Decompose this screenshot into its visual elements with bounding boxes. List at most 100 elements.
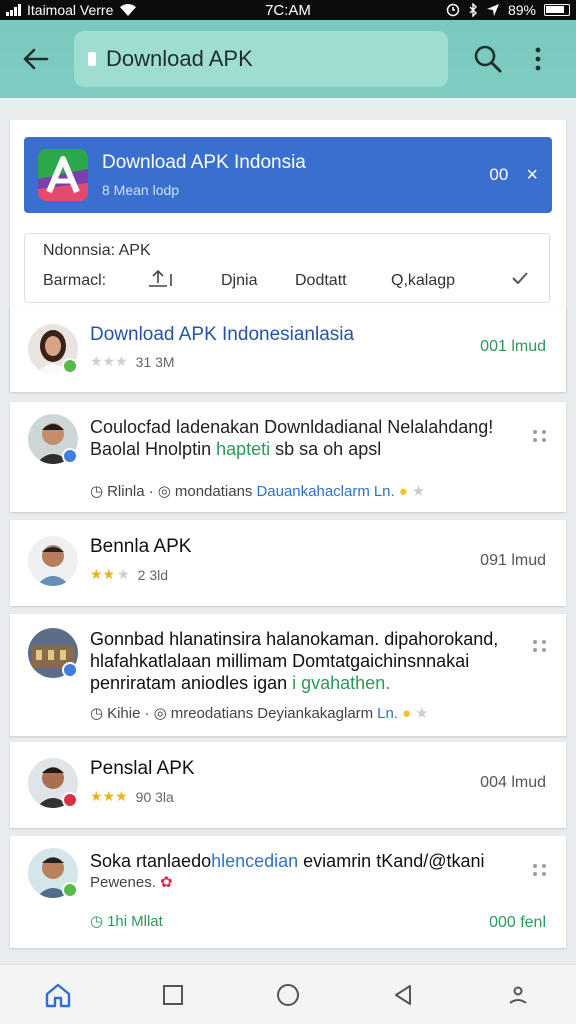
post-link-suffix: Ln. [373, 482, 395, 500]
post-time: Kihie · [107, 704, 150, 722]
filter-panel: Ndonnsia: APK Barmacl: Djnia Dodtatt Q,k… [24, 233, 550, 303]
app-meta-text: 2 3ld [137, 566, 169, 583]
square-icon [162, 984, 183, 1005]
post-text-line: Gonnbad hlanatinsira halanokaman. dipaho… [90, 629, 499, 649]
drag-handle-icon[interactable] [530, 426, 550, 446]
status-bar: Itaimoal Verre 7C:AM 89% [0, 0, 576, 20]
filter-item[interactable]: Djnia [221, 272, 295, 290]
upload-icon [149, 269, 172, 287]
post-text-line: Pewenes. ✿ [90, 874, 173, 891]
banner-title: Download APK Indonsia [102, 152, 306, 173]
filter-check-button[interactable] [511, 271, 529, 290]
app-title: Download APK Indonesianlasia [90, 324, 355, 345]
app-logo [38, 149, 88, 201]
app-meta: ★★ ★ 2 3ld [90, 566, 168, 583]
star-icon: ★★★ [90, 353, 128, 369]
star-icon: ★ [117, 566, 130, 582]
flower-icon: ✿ [160, 874, 173, 891]
content-area: Download APK Indonsia 8 Mean lodp 00 × N… [0, 98, 576, 964]
verified-badge-icon [62, 448, 78, 464]
star-icon: ★ [415, 705, 429, 722]
filter-upload-button[interactable] [147, 268, 221, 293]
post-source: mreodatians [170, 704, 254, 722]
filter-item[interactable]: Q,kalagp [391, 272, 511, 290]
alarm-icon [446, 3, 460, 17]
clock-icon: ◷ [90, 483, 104, 500]
search-text: Download APK [106, 46, 253, 71]
post-footer: ◷ Kihie · ◎ mreodatians Deyiankakaglarm … [90, 704, 429, 723]
app-title: Penslal APK [90, 758, 195, 779]
app-size: 001 lmud [480, 338, 546, 355]
back-button[interactable] [14, 37, 58, 81]
circle-icon [276, 983, 299, 1006]
post-source: Mllat [131, 912, 163, 930]
arrow-back-icon [23, 48, 49, 70]
verified-badge-icon [62, 882, 78, 898]
app-size: 000 fenl [489, 914, 546, 931]
star-icon: ★★★ [90, 788, 128, 804]
lock-icon [88, 52, 96, 66]
post-source: mondatians [174, 482, 253, 500]
nav-profile-button[interactable] [494, 971, 542, 1019]
star-icon: ★ [411, 483, 426, 500]
check-icon [512, 272, 528, 285]
verified-badge-icon [62, 662, 78, 678]
banner-count: 00 [489, 165, 509, 184]
filter-item[interactable]: Barmacl: [43, 272, 147, 290]
drag-handle-icon[interactable] [530, 636, 550, 656]
app-meta-text: 90 3la [135, 788, 174, 805]
app-meta: ★★★ 31 3M [90, 353, 175, 370]
post-link[interactable]: Deyiankakaglarm [257, 705, 373, 722]
bottom-navigation [0, 964, 576, 1024]
filter-label: Ndonnsia: APK [43, 242, 151, 259]
app-title: Bennla APK [90, 536, 192, 557]
post-footer: ◷ Rlinla · ◎ mondatians Dauankahaclarm L… [90, 482, 426, 501]
post-text-line: Baolal Hnolptin hapteti sb sa oh apsl [90, 439, 382, 459]
home-icon [45, 983, 70, 1007]
post-list-item[interactable]: Coulocfad ladenakan Downldadianal Nelala… [10, 402, 566, 512]
nav-home-button[interactable] [34, 971, 82, 1019]
triangle-back-icon [395, 984, 412, 1005]
drag-handle-icon[interactable] [530, 860, 550, 880]
post-text-line: Soka rtanlaedohlencedian eviamrin tKand/… [90, 851, 485, 871]
nav-back-button[interactable] [379, 971, 427, 1019]
nav-recents-button[interactable] [149, 971, 197, 1019]
search-field[interactable]: Download APK [74, 31, 448, 87]
post-time: 1hi [107, 912, 128, 930]
filter-item[interactable]: Dodtatt [295, 272, 391, 290]
app-list-item[interactable]: Penslal APK ★★★ 90 3la 004 lmud [10, 742, 566, 828]
battery-icon [544, 4, 570, 16]
post-link-suffix: Ln. [377, 704, 399, 722]
app-list-item[interactable]: Bennla APK ★★ ★ 2 3ld 091 lmud [10, 520, 566, 606]
app-list-item[interactable]: Download APK Indonesianlasia ★★★ 31 3M 0… [10, 308, 566, 392]
clock-icon: ◷ [90, 913, 104, 930]
post-list-item[interactable]: Gonnbad hlanatinsira halanokaman. dipaho… [10, 614, 566, 736]
search-button[interactable] [466, 37, 510, 81]
post-footer: ◷ 1hi Mllat [90, 912, 163, 931]
post-list-item[interactable]: Soka rtanlaedohlencedian eviamrin tKand/… [10, 836, 566, 948]
bluetooth-icon [469, 3, 477, 17]
more-options-button[interactable] [524, 37, 552, 81]
globe-icon: ◎ [153, 705, 167, 722]
close-icon[interactable]: × [526, 164, 538, 187]
verified-badge-icon [62, 358, 78, 374]
emoji-icon: ● [398, 482, 408, 500]
battery-percent: 89% [507, 2, 536, 18]
clock-icon: ◷ [90, 705, 104, 722]
app-banner[interactable]: Download APK Indonsia 8 Mean lodp 00 × [24, 137, 552, 213]
badge-icon [62, 792, 78, 808]
more-vert-icon [535, 47, 541, 71]
location-icon [486, 4, 499, 16]
app-bar: Download APK [0, 20, 576, 98]
post-link[interactable]: Dauankahaclarm [256, 483, 369, 500]
app-meta-text: 31 3M [135, 353, 175, 370]
person-icon [509, 986, 527, 1004]
post-text-line: Coulocfad ladenakan Downldadianal Nelala… [90, 417, 494, 437]
nav-home-circle-button[interactable] [264, 971, 312, 1019]
post-text-line: penriratam aniodles igan i gvahathen. [90, 673, 391, 693]
post-time: Rlinla · [107, 482, 154, 500]
banner-subtitle: 8 Mean lodp [102, 182, 180, 198]
app-size: 004 lmud [480, 774, 546, 791]
app-meta: ★★★ 90 3la [90, 788, 174, 805]
star-icon: ★★ [90, 566, 116, 582]
